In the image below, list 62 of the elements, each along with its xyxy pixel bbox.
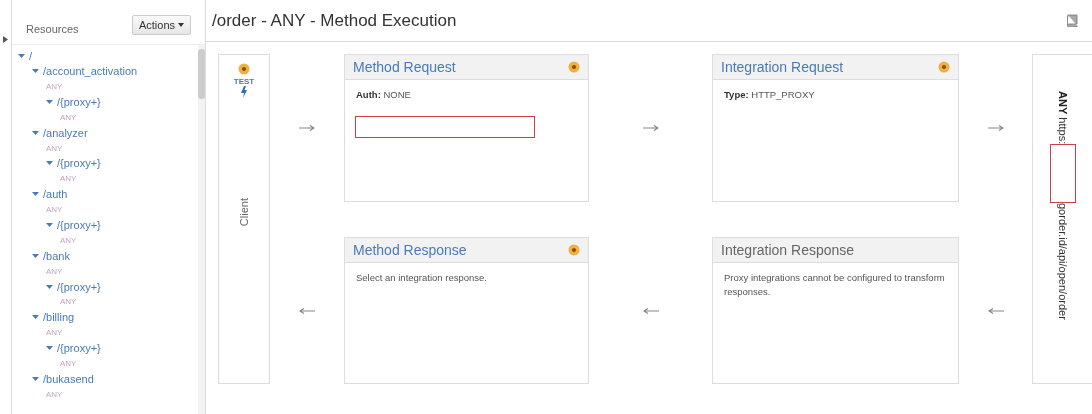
right-arrow-icon [987, 125, 1004, 131]
method-item[interactable]: ANY [46, 205, 63, 215]
page-title: /order - ANY - Method Execution [212, 10, 457, 31]
expand-caret-icon[interactable] [46, 160, 53, 167]
expand-caret-icon[interactable] [46, 222, 53, 228]
method-item[interactable]: ANY [46, 143, 63, 153]
expand-panel-icon[interactable] [3, 36, 8, 43]
expand-caret-icon[interactable] [32, 252, 39, 259]
actions-button[interactable]: Actions [131, 15, 191, 35]
resource-item[interactable]: /analyzer [43, 126, 88, 139]
endpoint-url: ANY https: [1056, 91, 1069, 145]
card-text: Proxy integrations cannot be configured to transform responses. [724, 272, 945, 297]
expand-caret-icon[interactable] [32, 375, 39, 382]
right-arrow-icon [642, 125, 659, 131]
caret-icon [178, 23, 184, 27]
resource-item[interactable]: /bukasend [43, 372, 94, 385]
method-item[interactable]: ANY [60, 112, 77, 122]
method-item[interactable]: ANY [46, 266, 63, 276]
left-arrow-icon [987, 307, 1004, 314]
resource-item[interactable]: /{proxy+} [57, 95, 101, 108]
client-label: Client [238, 198, 250, 227]
method-item[interactable]: ANY [46, 328, 63, 338]
right-arrow-icon [299, 125, 315, 131]
card-title: Integration Response [721, 242, 855, 258]
status-indicator-icon [938, 61, 950, 73]
expand-caret-icon[interactable] [46, 98, 53, 105]
method-item[interactable]: ANY [60, 297, 77, 307]
expand-caret-icon[interactable] [46, 345, 53, 352]
resource-item[interactable]: /billing [43, 311, 75, 324]
resource-item[interactable]: / [29, 49, 33, 62]
card-text: Auth: NONE [356, 89, 411, 100]
card-text: Select an integration response. [356, 272, 487, 283]
panel-title: Resources [26, 23, 79, 35]
card-text: Type: HTTP_PROXY [724, 89, 815, 100]
book-icon[interactable] [1066, 14, 1078, 27]
resource-item[interactable]: /{proxy+} [57, 342, 101, 355]
method-item[interactable]: ANY [60, 235, 77, 245]
endpoint-url: gorder.id/api/open/order [1056, 203, 1069, 320]
expand-caret-icon[interactable] [32, 191, 39, 198]
method-item[interactable]: ANY [60, 359, 77, 368]
resource-item[interactable]: /{proxy+} [57, 280, 101, 293]
method-item[interactable]: ANY [46, 81, 63, 91]
left-arrow-icon [642, 307, 659, 314]
resource-item[interactable]: /auth [43, 188, 68, 201]
status-indicator-icon [568, 61, 580, 73]
expand-caret-icon[interactable] [46, 283, 53, 290]
resource-item[interactable]: /{proxy+} [57, 219, 101, 231]
status-indicator-icon [238, 63, 250, 75]
status-indicator-icon [568, 244, 580, 256]
method-item[interactable]: ANY [60, 174, 77, 184]
expand-caret-icon[interactable] [32, 314, 39, 321]
resource-item[interactable]: /bank [43, 249, 70, 262]
test-link[interactable]: TEST [233, 77, 255, 86]
resource-item[interactable]: /{proxy+} [57, 157, 101, 170]
lightning-icon[interactable] [240, 86, 248, 98]
method-item[interactable]: ANY [46, 389, 63, 399]
scrollbar[interactable] [198, 45, 205, 414]
expand-caret-icon[interactable] [18, 52, 25, 59]
resource-item[interactable]: /account_activation [43, 65, 138, 78]
left-arrow-icon [299, 307, 315, 314]
expand-caret-icon[interactable] [32, 68, 39, 75]
expand-caret-icon[interactable] [32, 129, 39, 136]
